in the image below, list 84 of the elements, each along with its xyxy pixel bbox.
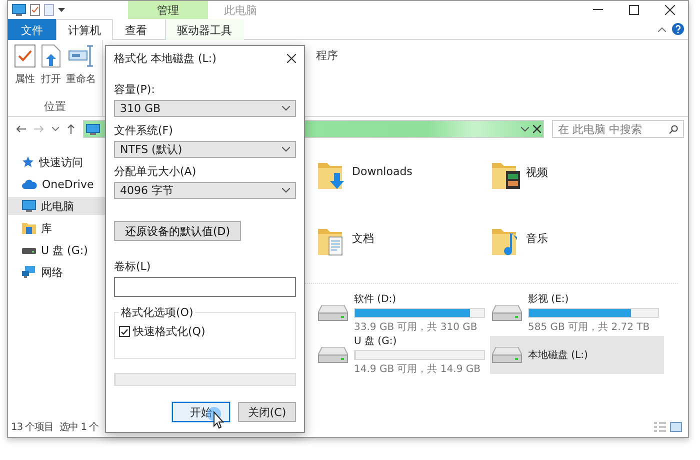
group-title: 格式化选项(O) [120,305,194,320]
dialog-button[interactable]: 开始 [172,402,230,422]
caret-icon [282,147,290,152]
caret-icon [282,106,290,111]
quick-format-checkbox[interactable]: 快速格式化(Q) [119,324,291,339]
caret-icon[interactable] [521,126,529,132]
search-icon [669,124,678,134]
drive-tile[interactable]: 本地磁盘 (L:) [490,336,664,374]
dropdown[interactable]: 4096 字节 [114,182,296,199]
hard-drive-icon [492,347,522,363]
ribbon-button[interactable]: 属性 [14,44,36,99]
ribbon-button[interactable]: 重命名 [66,44,96,99]
hard-drive-icon [318,305,348,321]
cloud-icon [22,179,37,189]
folder-name[interactable]: 音乐 [526,225,548,246]
drive-tile[interactable]: 影视 (E:) 585 GB 可用，共 2.72 TB [490,294,664,332]
hard-drive-icon [492,305,522,321]
details-view-icon[interactable] [654,422,666,432]
folder-name[interactable]: 文档 [352,225,374,246]
drive-name: U 盘 (G:) [354,335,398,348]
caret-icon[interactable] [58,8,65,12]
hard-drive-icon [318,347,348,363]
ribbon-button[interactable]: 程序 [316,40,338,116]
ribbon-tab[interactable]: 文件 [8,19,56,40]
field-label: 容量(P): [114,82,156,97]
dropdown[interactable]: 310 GB [114,100,296,117]
field-label: 卷标(L) [114,259,152,274]
network-icon [22,266,36,278]
up-icon[interactable] [67,124,75,134]
close-icon[interactable] [287,54,296,62]
drive-tile[interactable]: 软件 (D:) 33.9 GB 可用，共 310 GB [316,294,490,332]
folder-name[interactable]: 视频 [526,159,548,180]
sidebar-item[interactable]: 此电脑 [8,197,105,215]
close-icon[interactable] [665,5,675,15]
drive-tile[interactable]: U 盘 (G:) 14.9 GB 可用，共 14.9 GB [316,336,490,374]
maximize-icon[interactable] [629,5,639,15]
sidebar-item[interactable]: U 盘 (G:) [8,241,105,259]
caret-icon[interactable] [52,127,59,131]
sidebar-item[interactable]: 库 [8,219,105,237]
star-icon [22,156,34,168]
restore-defaults-button[interactable]: 还原设备的默认值(D) [114,221,242,241]
ribbon-tab[interactable]: 驱动器工具 [165,19,244,40]
ribbon-tab[interactable]: 查看 [113,19,159,40]
sidebar-item[interactable]: OneDrive [8,175,105,193]
drive-name: 软件 (D:) [354,293,398,306]
computer-icon[interactable] [12,4,26,16]
dialog-button[interactable]: 关闭(C) [238,402,296,422]
field-label: 文件系统(F) [114,123,174,138]
checklist-icon[interactable] [30,4,40,16]
drive-space-text: 14.9 GB 可用，共 14.9 GB [354,362,482,376]
minimize-icon[interactable] [593,9,603,11]
ribbon-tab[interactable]: 计算机 [56,19,113,40]
ribbon-group-label: 位置 [43,99,67,114]
folder-name[interactable]: Downloads [352,159,412,178]
clear-icon[interactable] [533,125,541,133]
item-count: 13 个项目 [11,421,54,434]
rename-icon [68,44,94,68]
checklist-icon [14,44,36,68]
drive-space-text: 585 GB 可用，共 2.72 TB [528,320,651,334]
checkbox[interactable] [119,326,130,337]
caret-icon [282,188,290,193]
window-title: 此电脑 [224,2,257,18]
check-icon [121,328,128,334]
ribbon-button[interactable]: 打开 [40,44,62,99]
drive-icon [22,246,36,254]
dropdown[interactable]: NTFS (默认) [114,141,296,158]
selection-count: 选中 1 个 [59,420,98,434]
folder-icon [22,222,36,234]
drive-space-text: 33.9 GB 可用，共 310 GB [354,320,478,334]
help-icon[interactable] [672,23,684,35]
sidebar-item[interactable]: 网络 [8,263,105,281]
drive-name: 本地磁盘 (L:) [528,348,588,362]
search-field[interactable]: 在 此电脑 中搜索 [552,120,684,138]
document-arrow-icon [40,44,62,68]
dialog-title: 格式化 本地磁盘 (L:) [114,50,216,66]
collapse-icon[interactable] [658,26,666,32]
computer-icon [22,200,36,212]
context-tab-header: 管理 [128,1,208,19]
back-icon[interactable] [16,125,26,133]
field-label: 分配单元大小(A) [114,164,198,179]
computer-icon [86,124,100,134]
volume-label-field[interactable] [114,277,296,297]
sidebar-item[interactable]: 快速访问 [8,153,105,171]
drive-name: 影视 (E:) [528,292,570,306]
